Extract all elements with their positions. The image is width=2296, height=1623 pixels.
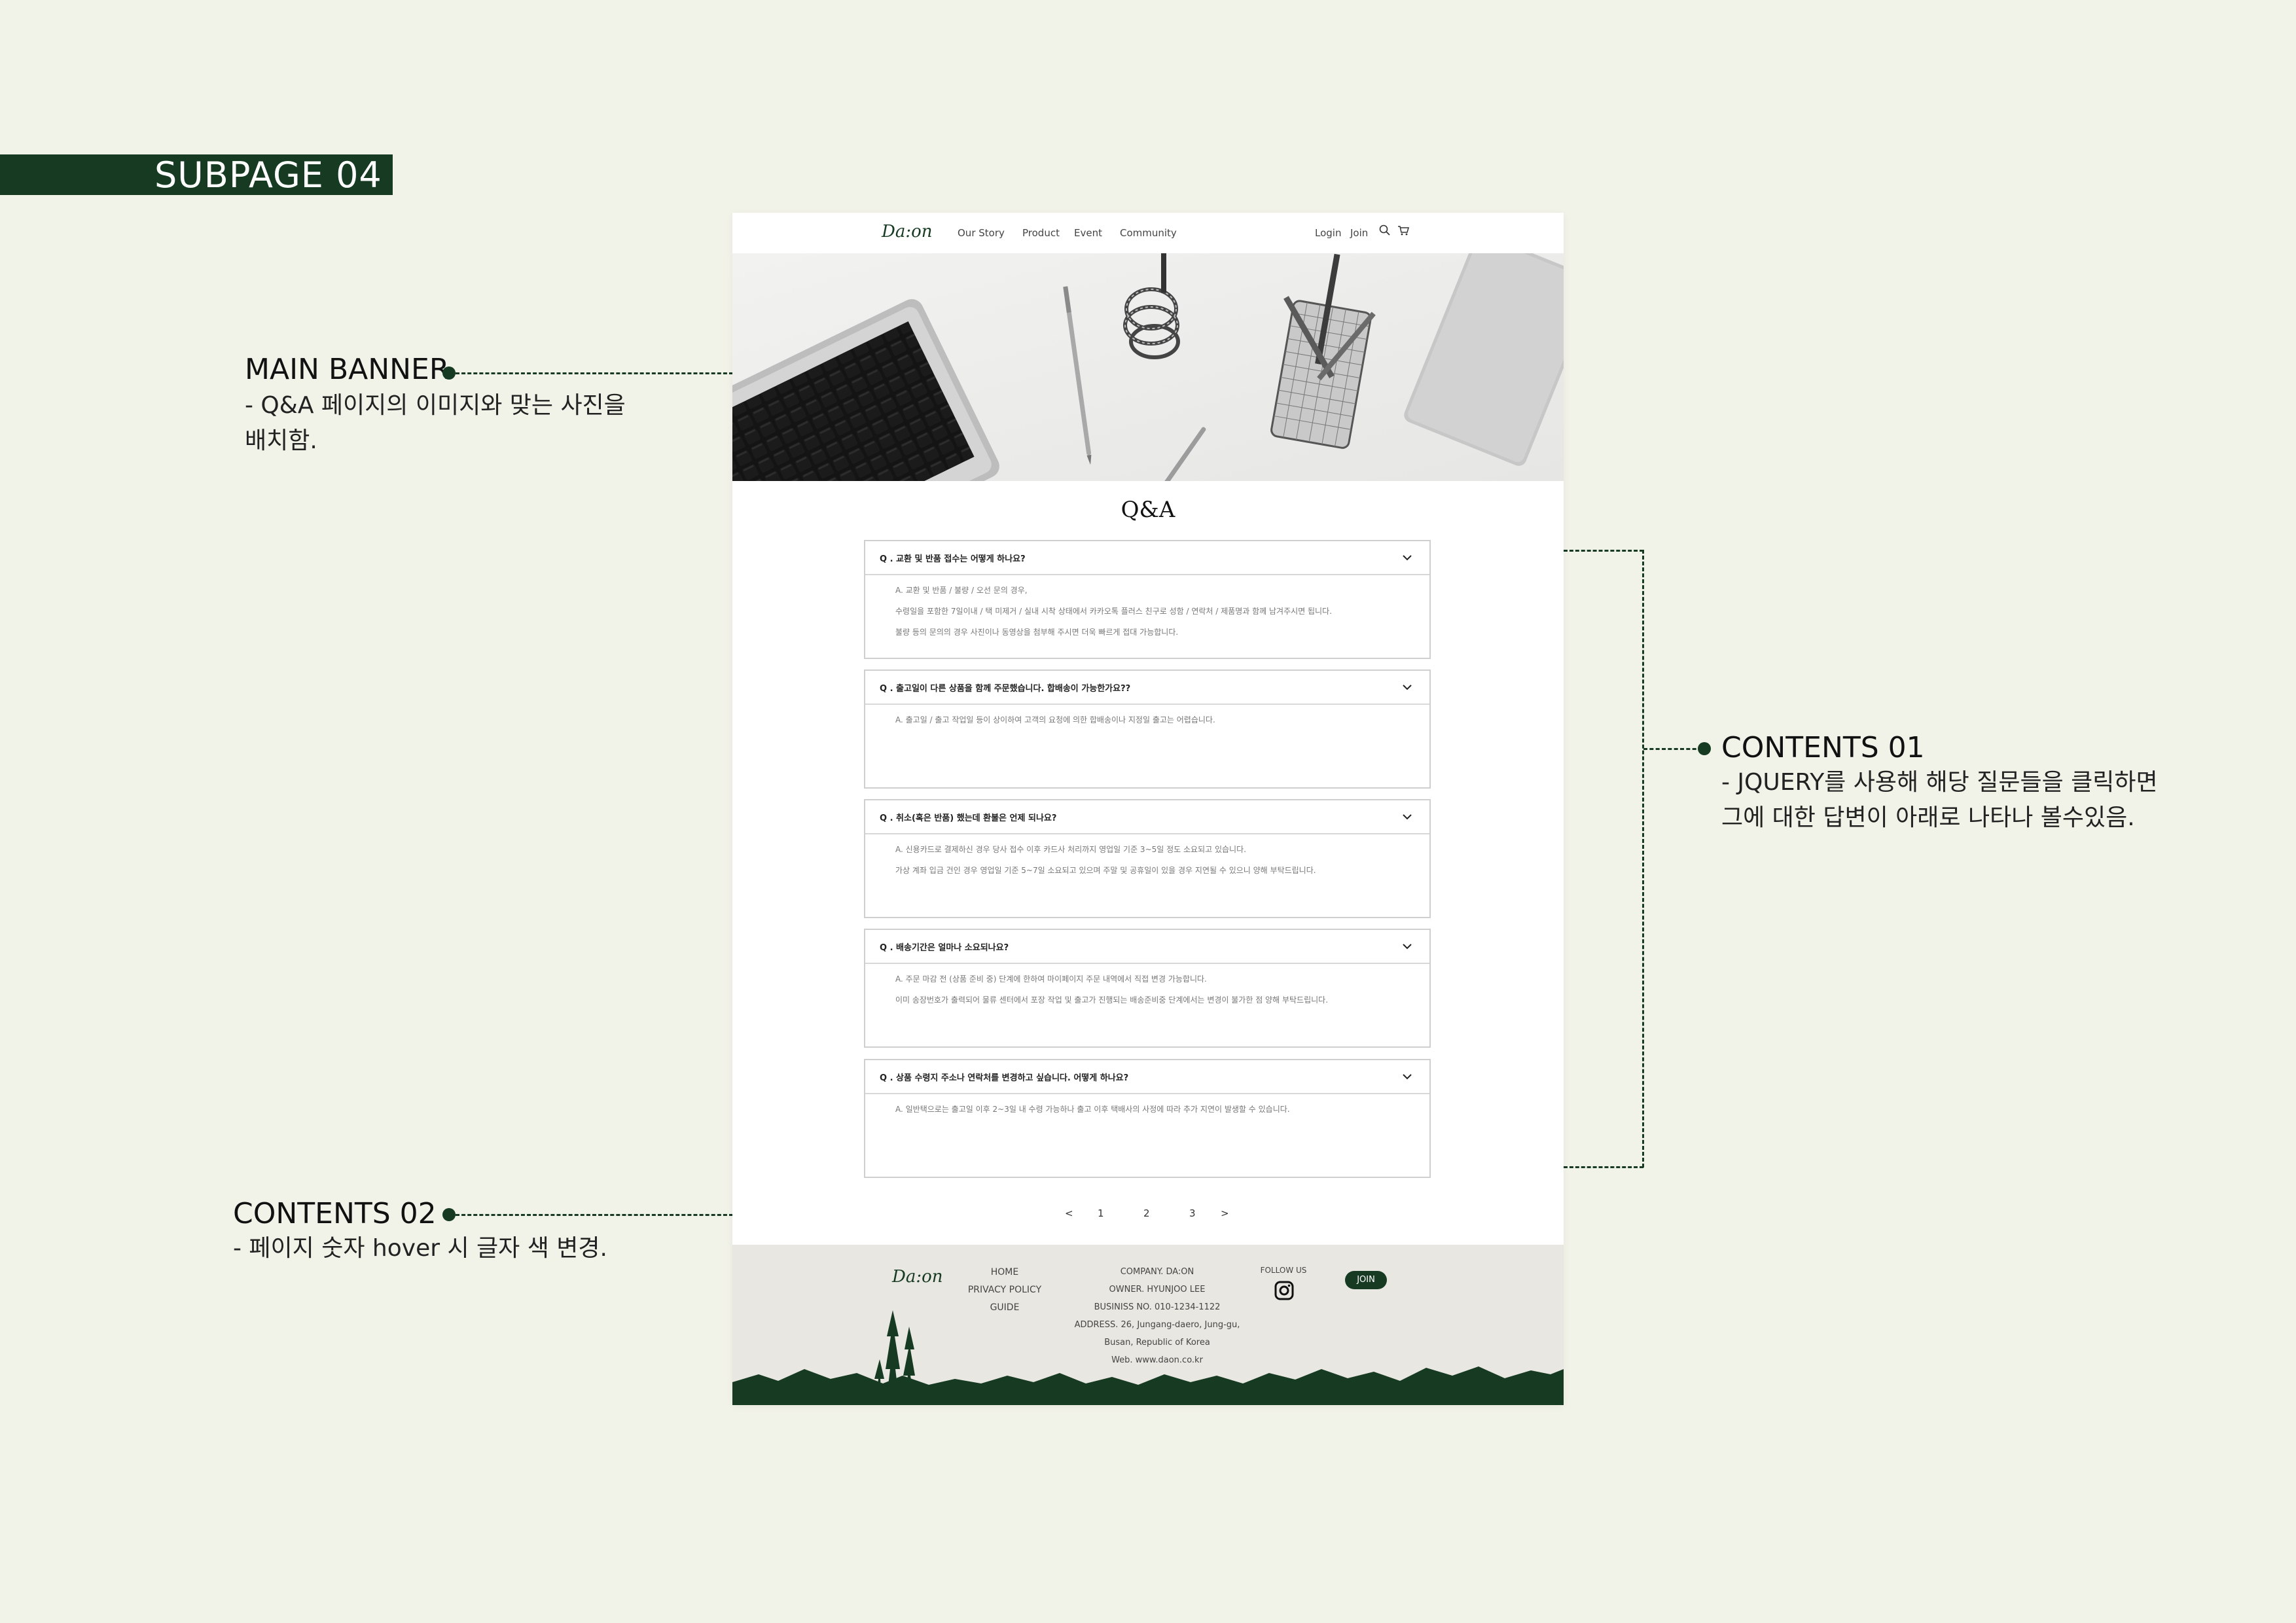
chevron-down-icon[interactable] <box>1402 1071 1412 1083</box>
faq-answer-line: A. 출고일 / 출고 작업일 등이 상이하여 고객의 요청에 의한 합배송이나… <box>895 715 1215 724</box>
nav-our-story[interactable]: Our Story <box>958 227 1005 239</box>
faq-answer-line: 불량 등의 문의의 경우 사진이나 동영상을 첨부해 주시면 더욱 빠르게 접대… <box>895 628 1179 637</box>
nav-join[interactable]: Join <box>1350 227 1368 239</box>
annotation-contents01-bracket-bottom <box>1564 1166 1643 1168</box>
nav-product[interactable]: Product <box>1022 227 1060 239</box>
pagination-page-1[interactable]: 1 <box>1098 1207 1104 1219</box>
faq-answer-line: 이미 송장번호가 출력되어 물류 센터에서 포장 작업 및 출고가 진행되는 배… <box>895 995 1329 1005</box>
annotation-contents01-title: CONTENTS 01 <box>1721 731 1925 764</box>
faq-answer-line: 가상 계좌 입금 건인 경우 영업일 기준 5~7일 소요되고 있으며 주말 및… <box>895 866 1316 875</box>
annotation-contents02-dot <box>442 1208 456 1221</box>
annotation-main-banner-dot <box>442 366 456 380</box>
faq-item[interactable]: Q . 교환 및 반품 접수는 어떻게 하나요? A. 교환 및 반품 / 불량… <box>864 540 1431 659</box>
pagination-next[interactable]: > <box>1221 1207 1229 1219</box>
subpage-tag-label: SUBPAGE 04 <box>154 154 382 196</box>
subpage-tag: SUBPAGE 04 <box>0 154 393 195</box>
faq-answer-line: A. 일반택으로는 출고일 이후 2~3일 내 수령 가능하나 출고 이후 택배… <box>895 1105 1290 1114</box>
annotation-contents01-dot <box>1698 742 1711 755</box>
page-title: Q&A <box>1121 497 1175 523</box>
search-icon[interactable] <box>1378 224 1391 240</box>
nav-event[interactable]: Event <box>1074 227 1102 239</box>
annotation-main-banner-desc-2: 배치함. <box>245 427 317 454</box>
annotation-contents01-desc-1: - JQUERY를 사용해 해당 질문들을 클릭하면 <box>1721 769 2158 796</box>
chevron-down-icon[interactable] <box>1402 681 1412 694</box>
faq-answer-line: A. 신용카드로 결제하신 경우 당사 접수 이후 카드사 처리까지 영업일 기… <box>895 845 1246 854</box>
faq-question-text: Q . 배송기간은 얼마나 소요되나요? <box>880 943 1009 953</box>
faq-question-text: Q . 취소(혹은 반품) 했는데 환불은 언제 되나요? <box>880 813 1057 823</box>
pagination: < 1 2 3 > <box>732 1207 1564 1223</box>
website-mockup: Da:on Our Story Product Event Community … <box>732 213 1564 1405</box>
annotation-contents02-title: CONTENTS 02 <box>233 1197 437 1230</box>
faq-answer-line: 수령일을 포함한 7일이내 / 택 미제거 / 실내 시착 상태에서 카카오톡 … <box>895 607 1332 616</box>
chevron-down-icon[interactable] <box>1402 940 1412 953</box>
faq-question[interactable]: Q . 배송기간은 얼마나 소요되나요? <box>865 930 1429 964</box>
annotation-contents02-line <box>456 1214 733 1216</box>
top-navigation: Da:on Our Story Product Event Community … <box>732 213 1564 253</box>
faq-question[interactable]: Q . 상품 수령지 주소나 연락처를 변경하고 싶습니다. 어떻게 하나요? <box>865 1060 1429 1094</box>
site-logo[interactable]: Da:on <box>882 222 933 241</box>
faq-answer-line: A. 교환 및 반품 / 불량 / 오선 문의 경우, <box>895 586 1028 595</box>
annotation-main-banner-title: MAIN BANNER <box>245 353 450 386</box>
annotation-contents01-line <box>1643 748 1702 750</box>
faq-question-text: Q . 상품 수령지 주소나 연락처를 변경하고 싶습니다. 어떻게 하나요? <box>880 1073 1129 1083</box>
annotation-contents01-bracket-top <box>1564 550 1643 552</box>
annotation-main-banner-desc-1: - Q&A 페이지의 이미지와 맞는 사진을 <box>245 392 626 419</box>
faq-question[interactable]: Q . 취소(혹은 반품) 했는데 환불은 언제 되나요? <box>865 800 1429 834</box>
cart-icon[interactable] <box>1397 224 1410 240</box>
pagination-prev[interactable]: < <box>1065 1207 1073 1219</box>
faq-question-text: Q . 교환 및 반품 접수는 어떻게 하나요? <box>880 554 1026 564</box>
nav-community[interactable]: Community <box>1120 227 1177 239</box>
faq-item[interactable]: Q . 출고일이 다른 상품을 함께 주문했습니다. 합배송이 가능한가요?? … <box>864 669 1431 789</box>
main-banner-image <box>732 253 1564 481</box>
pagination-page-2[interactable]: 2 <box>1143 1207 1150 1219</box>
annotation-contents02-desc-1: - 페이지 숫자 hover 시 글자 색 변경. <box>233 1235 607 1262</box>
mountain-silhouette <box>732 1310 1564 1405</box>
chevron-down-icon[interactable] <box>1402 811 1412 823</box>
faq-answer-line: A. 주문 마감 전 (상품 준비 중) 단계에 한하여 마이페이지 주문 내역… <box>895 974 1207 984</box>
faq-item[interactable]: Q . 상품 수령지 주소나 연락처를 변경하고 싶습니다. 어떻게 하나요? … <box>864 1059 1431 1178</box>
faq-question-text: Q . 출고일이 다른 상품을 함께 주문했습니다. 합배송이 가능한가요?? <box>880 684 1131 694</box>
faq-item[interactable]: Q . 배송기간은 얼마나 소요되나요? A. 주문 마감 전 (상품 준비 중… <box>864 929 1431 1048</box>
chevron-down-icon[interactable] <box>1402 552 1412 564</box>
nav-login[interactable]: Login <box>1315 227 1341 239</box>
annotation-contents01-bracket-side <box>1642 550 1644 1168</box>
faq-item[interactable]: Q . 취소(혹은 반품) 했는데 환불은 언제 되나요? A. 신용카드로 결… <box>864 799 1431 918</box>
site-footer: Da:on HOME PRIVACY POLICY GUIDE COMPANY.… <box>732 1245 1564 1405</box>
annotation-contents01-desc-2: 그에 대한 답변이 아래로 나타나 볼수있음. <box>1721 804 2135 831</box>
pagination-page-3[interactable]: 3 <box>1189 1207 1196 1219</box>
faq-question[interactable]: Q . 교환 및 반품 접수는 어떻게 하나요? <box>865 541 1429 575</box>
faq-question[interactable]: Q . 출고일이 다른 상품을 함께 주문했습니다. 합배송이 가능한가요?? <box>865 671 1429 705</box>
annotation-main-banner-line <box>456 372 733 374</box>
